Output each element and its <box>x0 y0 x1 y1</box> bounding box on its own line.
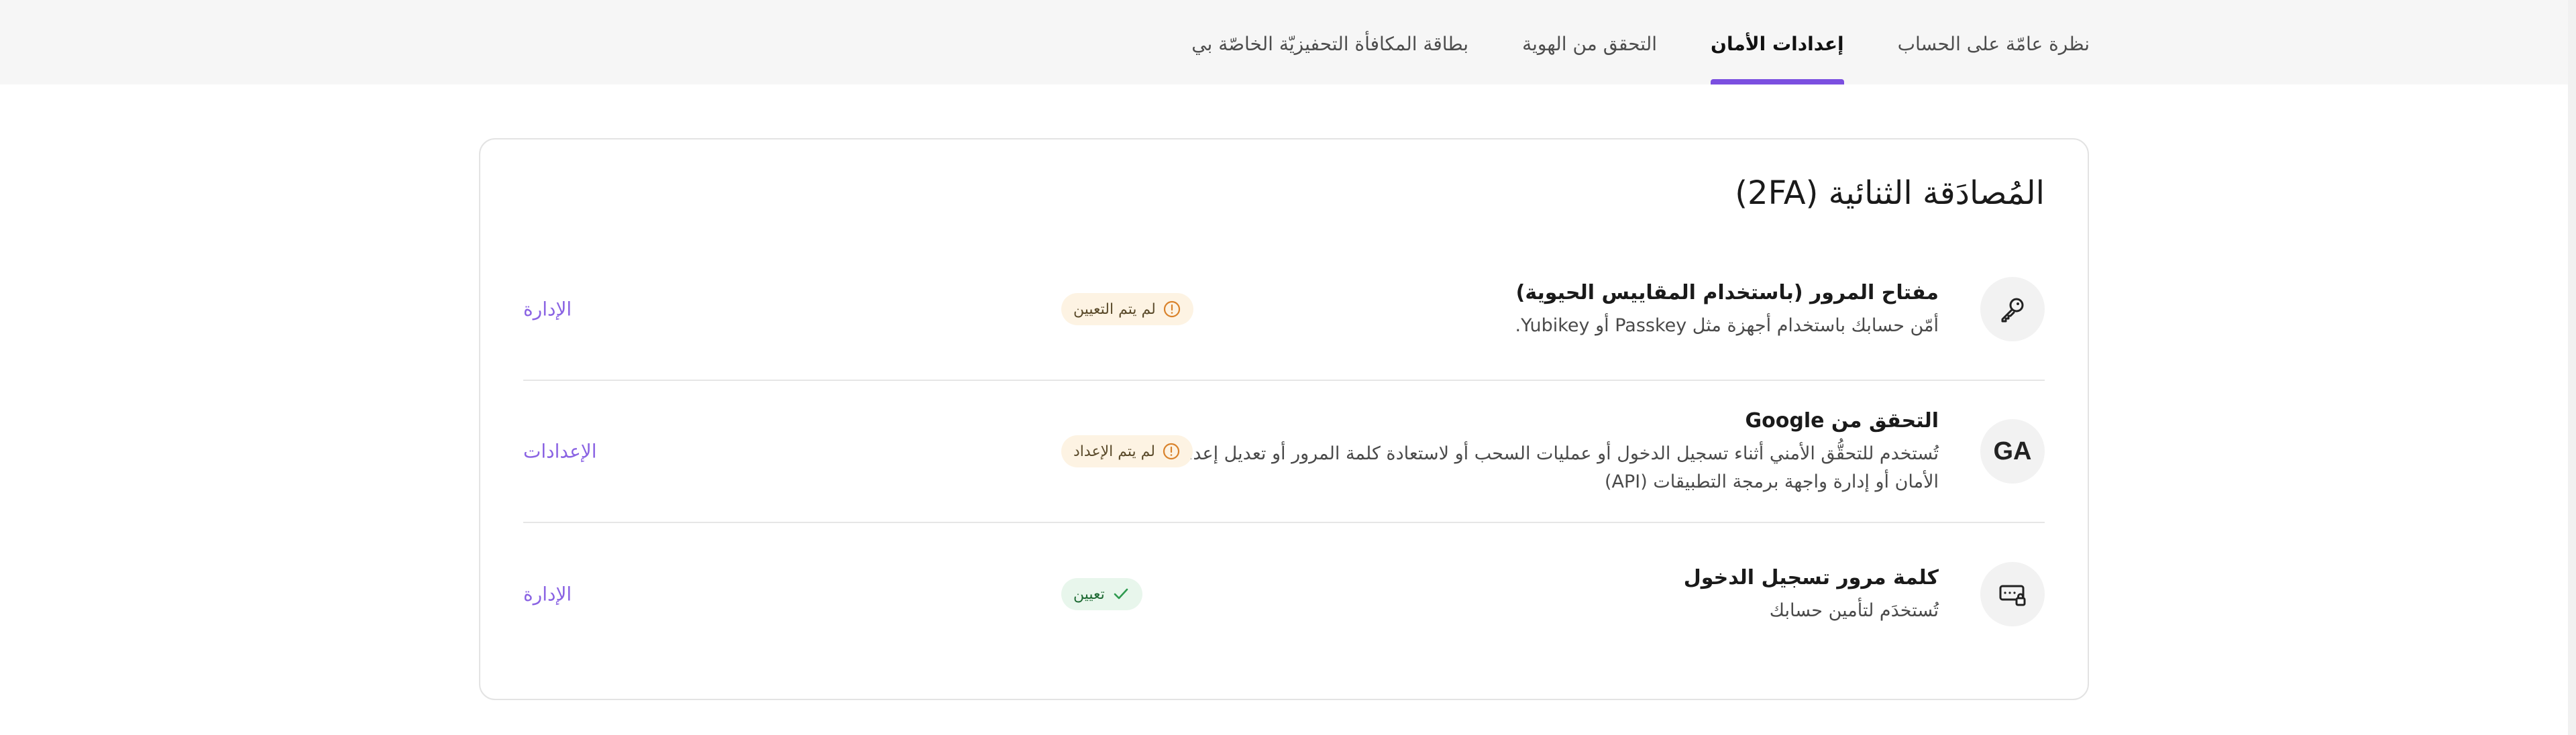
status-badge: تعيين <box>1061 578 1142 610</box>
check-icon <box>1114 588 1128 600</box>
status-text: لم يتم الإعداد <box>1073 443 1155 460</box>
google-auth-text: التحقق من Google تُستخدم للتحقُّق الأمني… <box>1134 406 1939 496</box>
login-password-row: كلمة مرور تسجيل الدخول تُستخدَم لتأمين ح… <box>523 523 2045 665</box>
google-auth-row: GA التحقق من Google تُستخدم للتحقُّق الأ… <box>523 381 2045 523</box>
security-settings-page: نظرة عامّة على الحساب إعدادات الأمان الت… <box>0 0 2576 735</box>
tab-list: نظرة عامّة على الحساب إعدادات الأمان الت… <box>1191 0 2090 84</box>
row-description: أمّن حسابك باستخدام أجهزة مثل Passkey أو… <box>1515 315 1939 336</box>
row-description: تُستخدم للتحقُّق الأمني أثناء تسجيل الدخ… <box>1157 443 1939 492</box>
status-text: تعيين <box>1073 585 1105 603</box>
card-title: المُصادَقة الثنائية (2FA) <box>1735 174 2045 212</box>
row-description: تُستخدَم لتأمين حسابك <box>1769 600 1939 621</box>
password-keyboard-icon <box>1980 562 2045 626</box>
key-icon <box>1980 277 2045 341</box>
warning-circle-icon <box>1163 443 1180 460</box>
google-authenticator-icon: GA <box>1980 419 2045 484</box>
row-title: التحقق من Google <box>1745 409 1939 433</box>
status-badge: لم يتم التعيين <box>1061 293 1193 325</box>
row-title: كلمة مرور تسجيل الدخول <box>1683 566 1939 589</box>
warning-circle-icon <box>1163 300 1180 318</box>
status-badge: لم يتم الإعداد <box>1061 435 1193 467</box>
row-title: مفتاح المرور (باستخدام المقاييس الحيوية) <box>1515 281 1939 304</box>
passkey-text: مفتاح المرور (باستخدام المقاييس الحيوية)… <box>1134 278 1939 340</box>
passkey-row: مفتاح المرور (باستخدام المقاييس الحيوية)… <box>523 239 2045 381</box>
google-auth-settings-link[interactable]: الإعدادات <box>523 441 597 463</box>
tab-account-overview[interactable]: نظرة عامّة على الحساب <box>1898 0 2090 84</box>
tab-security-settings[interactable]: إعدادات الأمان <box>1711 0 1844 84</box>
ga-icon-text: GA <box>1993 437 2032 465</box>
manage-passkey-link[interactable]: الإدارة <box>523 298 572 321</box>
manage-password-link[interactable]: الإدارة <box>523 583 572 606</box>
top-tab-bar: نظرة عامّة على الحساب إعدادات الأمان الت… <box>0 0 2576 84</box>
vertical-scrollbar[interactable] <box>2568 0 2576 735</box>
login-password-text: كلمة مرور تسجيل الدخول تُستخدَم لتأمين ح… <box>1134 563 1939 625</box>
tab-reward-card[interactable]: بطاقة المكافأة التحفيزيّة الخاصّة بي <box>1191 0 1468 84</box>
two-factor-auth-card: المُصادَقة الثنائية (2FA) مفتاح المرور (… <box>479 138 2089 700</box>
status-text: لم يتم التعيين <box>1073 300 1156 318</box>
tab-identity-verification[interactable]: التحقق من الهوية <box>1522 0 1657 84</box>
